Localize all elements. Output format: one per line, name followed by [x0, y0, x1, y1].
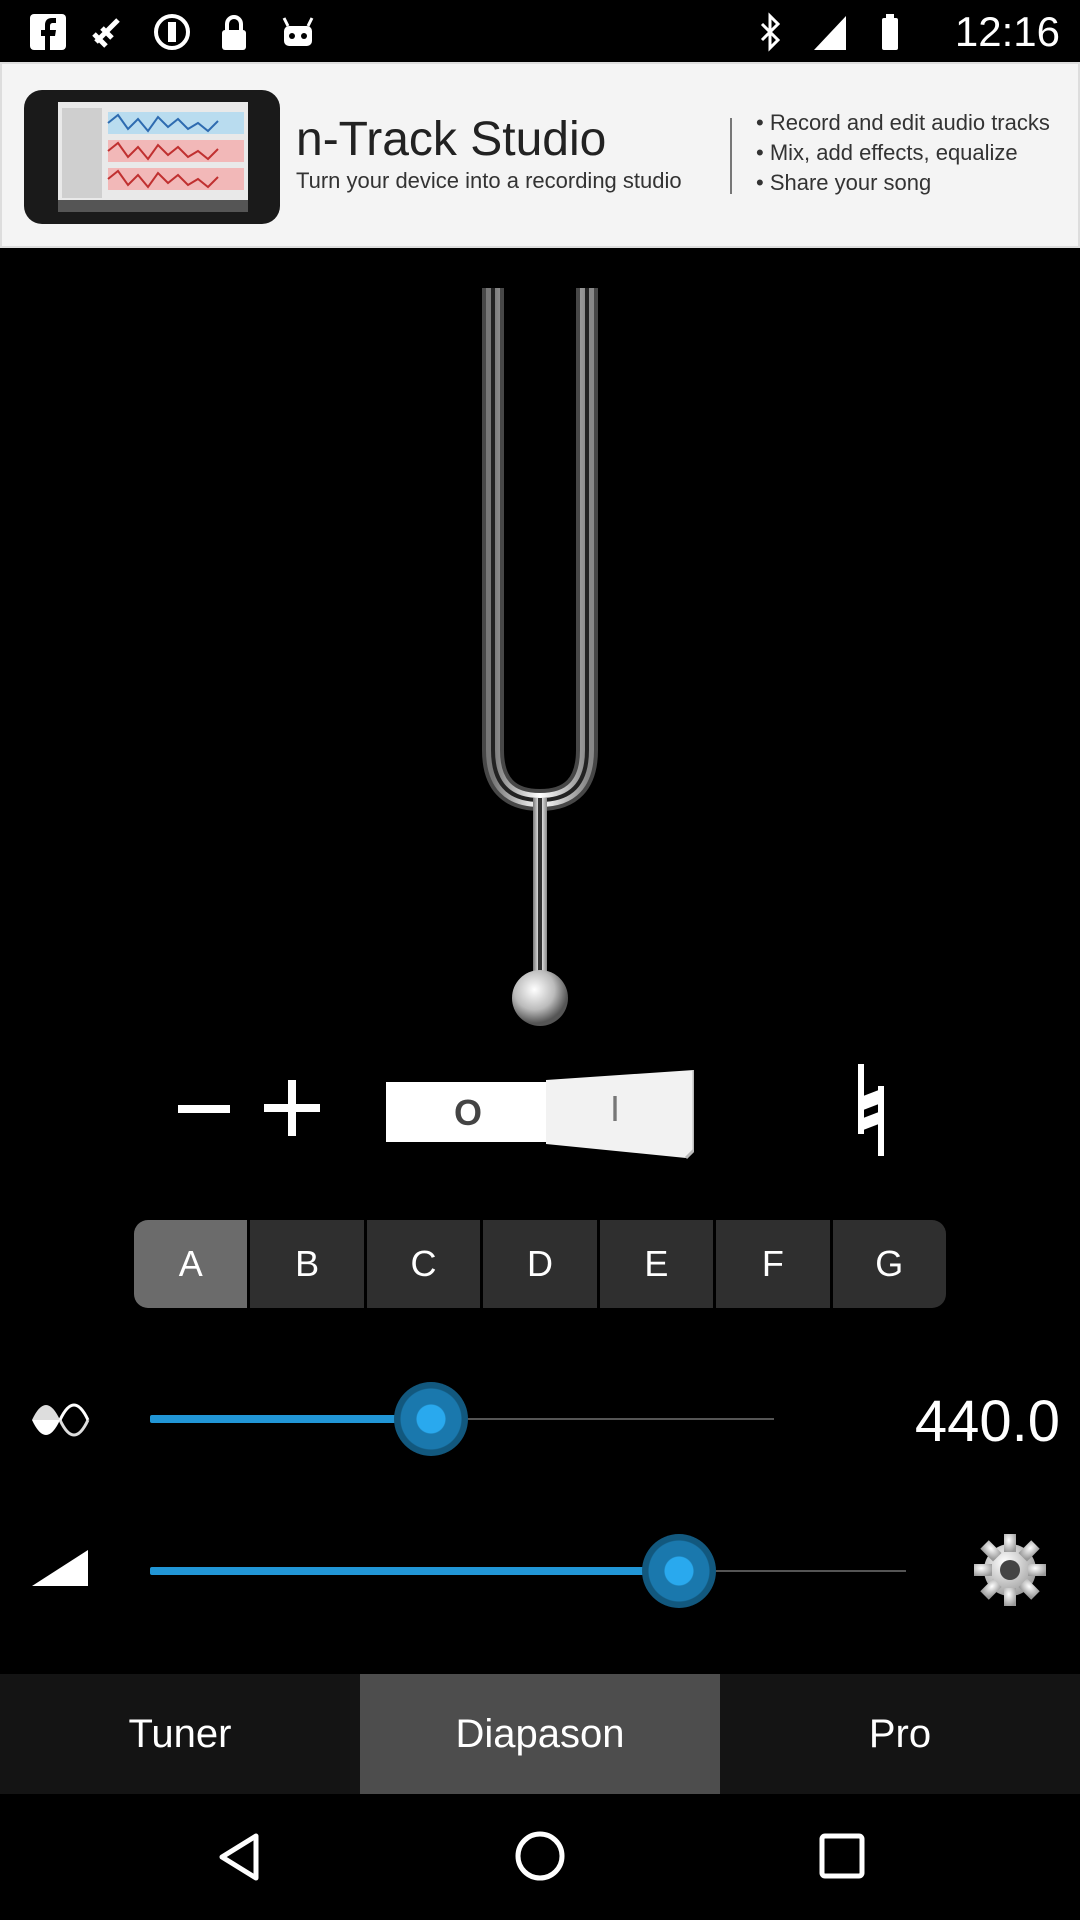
volume-slider-knob[interactable]	[642, 1534, 717, 1608]
ad-subtitle: Turn your device into a recording studio	[296, 168, 682, 193]
tab-tuner[interactable]: Tuner	[0, 1674, 360, 1794]
gear-icon[interactable]	[970, 1530, 1050, 1610]
bluetooth-icon	[760, 12, 781, 52]
signal-icon	[814, 16, 846, 50]
bottom-tab-bar: Tuner Diapason Pro	[0, 1674, 1080, 1794]
note-selector: A B C D E F G	[134, 1220, 946, 1308]
note-button-d[interactable]: D	[483, 1220, 597, 1308]
tuning-fork-icon[interactable]	[470, 280, 610, 1030]
note-button-g[interactable]: G	[832, 1220, 946, 1308]
tab-diapason[interactable]: Diapason	[360, 1674, 720, 1794]
android-icon	[282, 17, 314, 46]
ad-bullet-list: • Record and edit audio tracks • Mix, ad…	[756, 108, 1050, 198]
note-button-e[interactable]: E	[599, 1220, 714, 1308]
fake-gps-icon	[92, 18, 120, 48]
plus-button[interactable]	[264, 1080, 320, 1136]
status-time: 12:16	[954, 8, 1060, 55]
waveform-icon	[32, 1403, 90, 1437]
note-button-b[interactable]: B	[250, 1220, 364, 1308]
back-icon[interactable]	[214, 1832, 264, 1882]
toggle-on-label: I	[610, 1088, 621, 1129]
note-button-f[interactable]: F	[716, 1220, 830, 1308]
ad-title: n-Track Studio	[296, 113, 607, 166]
natural-sign-icon[interactable]	[846, 1064, 896, 1156]
facebook-icon	[30, 14, 66, 50]
tab-pro[interactable]: Pro	[720, 1674, 1080, 1794]
ad-divider	[730, 118, 732, 194]
frequency-slider-knob[interactable]	[393, 1382, 468, 1456]
volume-icon	[32, 1550, 88, 1586]
sync-icon	[154, 14, 190, 50]
ad-banner[interactable]: n-Track Studio Turn your device into a r…	[0, 62, 1080, 248]
status-bar: 12:16	[0, 0, 1080, 62]
note-button-c[interactable]: C	[366, 1220, 481, 1308]
ad-phone-image	[24, 90, 280, 224]
note-button-a[interactable]: A	[134, 1220, 248, 1308]
ad-bullet: • Record and edit audio tracks	[756, 110, 1050, 135]
ad-bullet: • Mix, add effects, equalize	[756, 140, 1018, 165]
lock-icon	[222, 15, 246, 50]
ad-bullet: • Share your song	[756, 170, 932, 195]
frequency-value: 440.0	[914, 1389, 1060, 1454]
recents-icon[interactable]	[818, 1832, 866, 1880]
volume-slider[interactable]	[150, 1534, 906, 1608]
battery-icon	[882, 14, 898, 50]
toggle-off-label: O	[454, 1092, 483, 1133]
power-toggle[interactable]: O I	[386, 1068, 694, 1160]
home-icon[interactable]	[514, 1830, 566, 1882]
frequency-slider[interactable]	[150, 1382, 774, 1456]
navigation-bar	[0, 1794, 1080, 1920]
minus-button[interactable]	[178, 1090, 230, 1128]
